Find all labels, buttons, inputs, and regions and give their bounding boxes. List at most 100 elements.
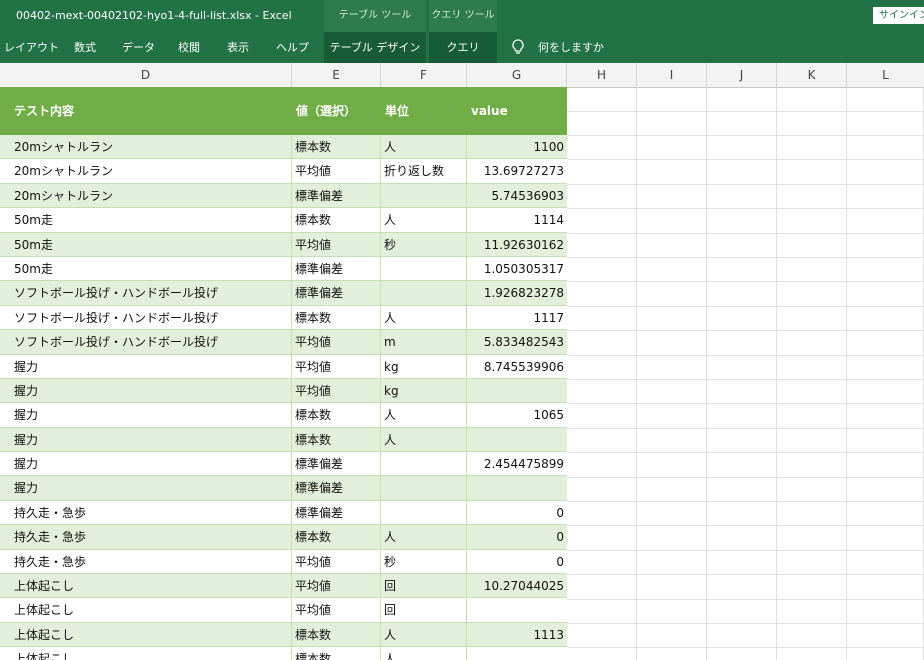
tab-formulas[interactable]: 数式	[74, 32, 96, 63]
cell-value-select[interactable]: 標本数	[292, 427, 381, 452]
cell-unit[interactable]	[381, 500, 467, 525]
cell-test-content[interactable]: 握力	[0, 427, 292, 452]
cell-test-content[interactable]: 握力	[0, 476, 292, 501]
column-header[interactable]: I	[637, 63, 707, 87]
cell-value[interactable]: 10.27044025	[467, 574, 567, 598]
tab-review[interactable]: 校閲	[178, 32, 200, 63]
tab-help[interactable]: ヘルプ	[276, 32, 309, 63]
cell-value[interactable]: 0	[467, 525, 567, 549]
cell-unit[interactable]: 人	[381, 403, 467, 428]
column-header[interactable]: L	[847, 63, 924, 87]
cell-test-content[interactable]: ソフトボール投げ・ハンドボール投げ	[0, 281, 292, 306]
worksheet[interactable]: D E F G H I J K L テスト内容 値（選択） 単位 value 2…	[0, 63, 924, 660]
cell-value-select[interactable]: 標準偏差	[292, 183, 381, 208]
cell-unit[interactable]: m	[381, 330, 467, 355]
tell-me-search[interactable]: 何をしますか	[538, 32, 604, 63]
cell-unit[interactable]: 秒	[381, 549, 467, 574]
header-unit[interactable]: 単位	[385, 87, 409, 135]
cell-unit[interactable]: 折り返し数	[381, 159, 467, 184]
cell-unit[interactable]: 人	[381, 208, 467, 233]
cell-value-select[interactable]: 標準偏差	[292, 476, 381, 501]
cell-test-content[interactable]: 上体起こし	[0, 622, 292, 647]
cell-unit[interactable]	[381, 452, 467, 477]
cell-test-content[interactable]: 握力	[0, 403, 292, 428]
cell-value-select[interactable]: 平均値	[292, 549, 381, 574]
cell-unit[interactable]: 人	[381, 305, 467, 330]
cell-test-content[interactable]: 50m走	[0, 232, 292, 257]
cell-test-content[interactable]: 持久走・急歩	[0, 525, 292, 550]
cell-value-select[interactable]: 平均値	[292, 330, 381, 355]
cell-unit[interactable]: kg	[381, 378, 467, 403]
cell-test-content[interactable]: 握力	[0, 378, 292, 403]
cell-value-select[interactable]: 標本数	[292, 525, 381, 550]
cell-value-select[interactable]: 平均値	[292, 354, 381, 379]
column-header[interactable]: F	[381, 63, 467, 87]
cell-value[interactable]	[467, 428, 567, 452]
cell-value[interactable]: 5.74536903	[467, 184, 567, 208]
cell-test-content[interactable]: 20mシャトルラン	[0, 183, 292, 208]
cell-test-content[interactable]: 握力	[0, 354, 292, 379]
cell-unit[interactable]: 回	[381, 574, 467, 599]
cell-value-select[interactable]: 標準偏差	[292, 281, 381, 306]
cell-value[interactable]: 1.050305317	[467, 257, 567, 281]
header-value-select[interactable]: 値（選択）	[296, 87, 356, 135]
tab-data[interactable]: データ	[122, 32, 155, 63]
cell-value[interactable]: 8.745539906	[467, 355, 567, 379]
cell-unit[interactable]: 秒	[381, 232, 467, 257]
cell-value-select[interactable]: 平均値	[292, 598, 381, 623]
cell-value[interactable]: 1113	[467, 623, 567, 647]
tab-layout[interactable]: レイアウト	[4, 32, 59, 63]
cell-value-select[interactable]: 平均値	[292, 232, 381, 257]
cell-value[interactable]: 11.92630162	[467, 233, 567, 257]
cell-test-content[interactable]: 50m走	[0, 208, 292, 233]
column-header[interactable]: G	[467, 63, 567, 87]
cell-value[interactable]: 1117	[467, 306, 567, 330]
column-header[interactable]: K	[777, 63, 847, 87]
cell-value[interactable]: 1065	[467, 403, 567, 427]
cell-value[interactable]: 1.926823278	[467, 281, 567, 305]
cell-test-content[interactable]: 上体起こし	[0, 574, 292, 599]
cell-unit[interactable]: 人	[381, 622, 467, 647]
cell-test-content[interactable]: 持久走・急歩	[0, 549, 292, 574]
cell-value-select[interactable]: 標準偏差	[292, 500, 381, 525]
tab-view[interactable]: 表示	[227, 32, 249, 63]
cell-test-content[interactable]: 50m走	[0, 256, 292, 281]
cell-value[interactable]: 0	[467, 550, 567, 574]
cell-test-content[interactable]: ソフトボール投げ・ハンドボール投げ	[0, 305, 292, 330]
cell-value-select[interactable]: 標本数	[292, 647, 381, 660]
cell-value-select[interactable]: 標本数	[292, 403, 381, 428]
cell-unit[interactable]: 人	[381, 647, 467, 660]
cell-value-select[interactable]: 標本数	[292, 305, 381, 330]
cell-value-select[interactable]: 標本数	[292, 208, 381, 233]
cell-unit[interactable]	[381, 476, 467, 501]
cell-unit[interactable]: 回	[381, 598, 467, 623]
cell-unit[interactable]: kg	[381, 354, 467, 379]
cell-test-content[interactable]: 20mシャトルラン	[0, 135, 292, 159]
cell-unit[interactable]: 人	[381, 525, 467, 550]
cell-test-content[interactable]: 上体起こし	[0, 598, 292, 623]
cell-unit[interactable]: 人	[381, 135, 467, 159]
cell-unit[interactable]	[381, 256, 467, 281]
cell-value[interactable]: 2.454475899	[467, 452, 567, 476]
cell-value[interactable]: 5.833482543	[467, 330, 567, 354]
cell-value[interactable]	[467, 379, 567, 403]
cell-value-select[interactable]: 平均値	[292, 378, 381, 403]
cell-value[interactable]	[467, 598, 567, 622]
column-header[interactable]: J	[707, 63, 777, 87]
cell-unit[interactable]: 人	[381, 427, 467, 452]
cell-test-content[interactable]: 握力	[0, 452, 292, 477]
cell-value-select[interactable]: 平均値	[292, 574, 381, 599]
column-header[interactable]: E	[292, 63, 381, 87]
column-header[interactable]: D	[0, 63, 292, 87]
header-value[interactable]: value	[471, 87, 508, 135]
cell-unit[interactable]	[381, 281, 467, 306]
cell-value[interactable]	[467, 647, 567, 660]
signin-button[interactable]: サインイン	[873, 7, 924, 24]
cell-value[interactable]	[467, 476, 567, 500]
header-test-content[interactable]: テスト内容	[14, 87, 74, 135]
cell-test-content[interactable]: 20mシャトルラン	[0, 159, 292, 184]
cell-value[interactable]: 13.69727273	[467, 159, 567, 183]
cell-value[interactable]: 0	[467, 501, 567, 525]
cell-value-select[interactable]: 標準偏差	[292, 256, 381, 281]
tab-table-design[interactable]: テーブル デザイン	[324, 32, 426, 63]
